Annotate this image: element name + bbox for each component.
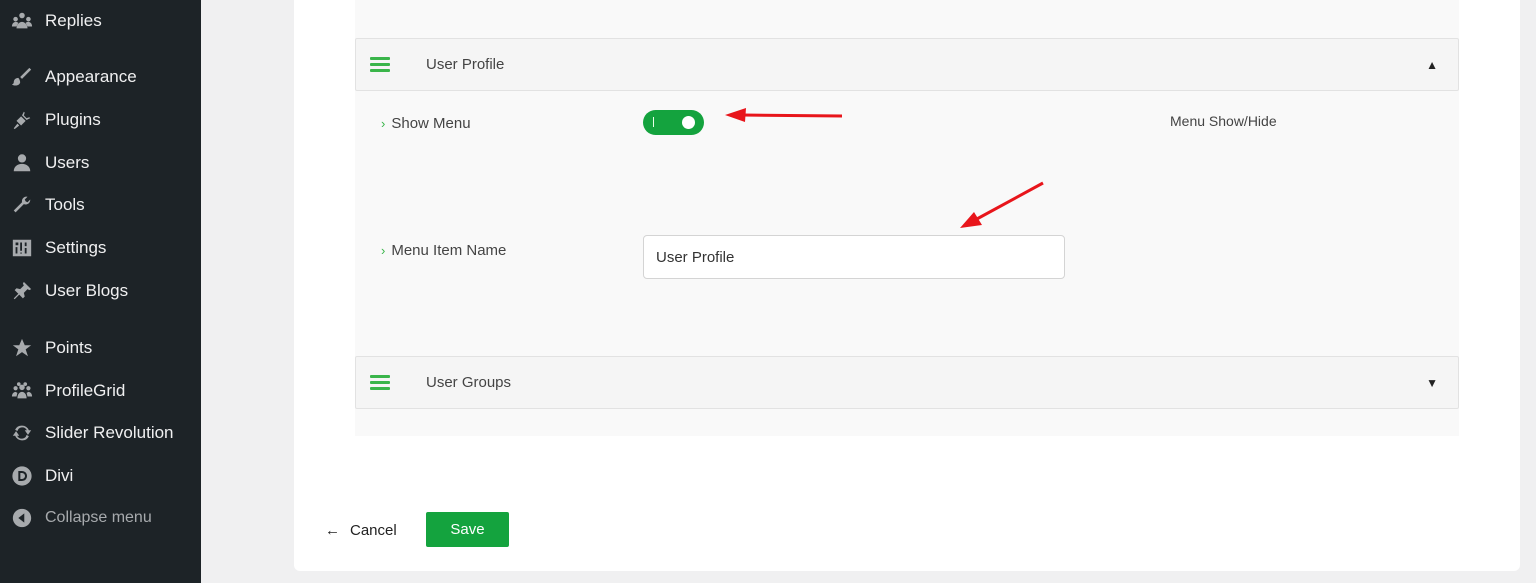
- brush-icon: [10, 65, 34, 89]
- arrow-left-icon: ←: [325, 522, 340, 539]
- show-menu-help-text: Menu Show/Hide: [1170, 113, 1277, 129]
- toggle-knob: [682, 116, 695, 129]
- replies-icon: [10, 9, 34, 33]
- drag-handle-icon[interactable]: [370, 375, 390, 390]
- save-button[interactable]: Save: [426, 512, 509, 547]
- accordion-title: User Profile: [426, 56, 505, 73]
- plug-icon: [10, 108, 34, 132]
- sidebar-item-tools[interactable]: Tools: [0, 187, 201, 223]
- settings-icon: [10, 236, 34, 260]
- sidebar-item-profilegrid[interactable]: ProfileGrid: [0, 373, 201, 409]
- sidebar-item-label: Slider Revolution: [45, 423, 174, 442]
- sidebar-item-divi[interactable]: Divi: [0, 458, 201, 494]
- accordion-user-profile-header[interactable]: User Profile ▲: [355, 38, 1459, 91]
- sidebar-item-label: User Blogs: [45, 281, 129, 300]
- menu-item-name-input[interactable]: [643, 235, 1065, 279]
- sidebar-item-settings[interactable]: Settings: [0, 230, 201, 266]
- sidebar-item-label: Users: [45, 153, 90, 172]
- sidebar-item-label: Settings: [45, 238, 107, 257]
- sidebar-item-label: Divi: [45, 466, 74, 485]
- user-icon: [10, 151, 34, 175]
- menu-item-name-label: › Menu Item Name: [381, 242, 507, 259]
- toggle-on-mark: [653, 117, 654, 127]
- cancel-link[interactable]: ← Cancel: [325, 522, 397, 539]
- sidebar-item-label: ProfileGrid: [45, 381, 126, 400]
- accordion-title: User Groups: [426, 374, 512, 391]
- divi-icon: [10, 464, 34, 488]
- admin-sidebar: Replies Appearance Plugins Users Tools S…: [0, 0, 201, 583]
- collapse-menu-button[interactable]: Collapse menu: [0, 500, 201, 536]
- chevron-right-icon: ›: [381, 116, 386, 131]
- sidebar-item-appearance[interactable]: Appearance: [0, 59, 201, 95]
- sidebar-item-label: Points: [45, 338, 93, 357]
- group-icon: [10, 379, 34, 403]
- drag-handle-icon[interactable]: [370, 57, 390, 72]
- chevron-right-icon: ›: [381, 243, 386, 258]
- sidebar-item-points[interactable]: Points: [0, 330, 201, 366]
- accordion-user-groups-header[interactable]: User Groups ▼: [355, 356, 1459, 409]
- sidebar-item-label: Plugins: [45, 110, 101, 129]
- sidebar-item-label: Tools: [45, 195, 85, 214]
- show-menu-toggle[interactable]: [643, 110, 704, 135]
- star-icon: [10, 336, 34, 360]
- sidebar-item-label: Replies: [45, 11, 102, 30]
- sidebar-item-user-blogs[interactable]: User Blogs: [0, 273, 201, 309]
- collapse-menu-label: Collapse menu: [45, 509, 152, 526]
- show-menu-label: › Show Menu: [381, 115, 471, 132]
- sidebar-item-users[interactable]: Users: [0, 145, 201, 181]
- sidebar-item-slider-revolution[interactable]: Slider Revolution: [0, 415, 201, 451]
- pin-icon: [10, 279, 34, 303]
- sidebar-item-plugins[interactable]: Plugins: [0, 102, 201, 138]
- sidebar-item-label: Appearance: [45, 67, 137, 86]
- caret-down-icon[interactable]: ▼: [1426, 376, 1438, 390]
- collapse-icon: [10, 506, 34, 530]
- caret-up-icon[interactable]: ▲: [1426, 58, 1438, 72]
- sidebar-item-replies[interactable]: Replies: [0, 3, 201, 39]
- wrench-icon: [10, 193, 34, 217]
- refresh-icon: [10, 421, 34, 445]
